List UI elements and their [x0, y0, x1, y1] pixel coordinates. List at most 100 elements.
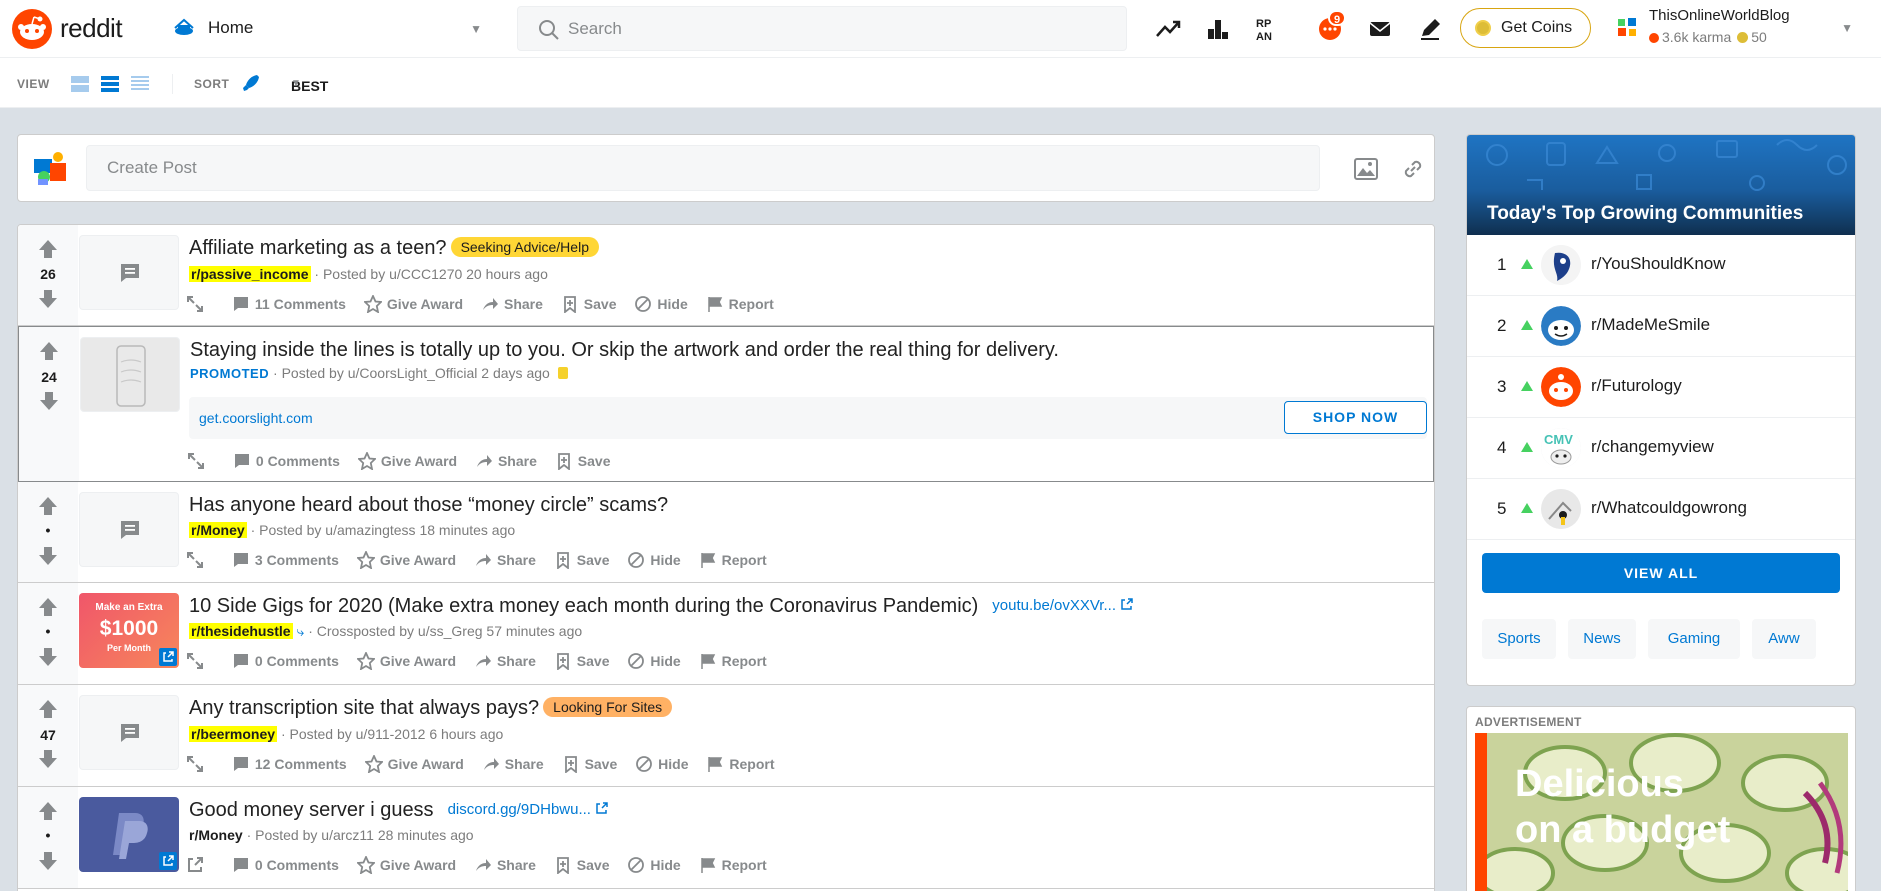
give-award-button[interactable]: Give Award — [356, 450, 457, 471]
post-thumbnail[interactable] — [79, 797, 179, 872]
downvote-icon[interactable] — [36, 747, 60, 771]
view-all-button[interactable]: VIEW ALL — [1482, 553, 1840, 593]
share-button[interactable]: Share — [474, 551, 536, 569]
search-input[interactable] — [568, 15, 1088, 43]
hide-button[interactable]: Hide — [635, 755, 689, 773]
report-button[interactable]: Report — [699, 856, 767, 874]
expand-icon[interactable] — [185, 754, 210, 774]
shop-now-button[interactable]: SHOP NOW — [1284, 401, 1427, 434]
hide-button[interactable]: Hide — [634, 295, 688, 313]
create-post-input[interactable] — [86, 145, 1320, 191]
user-menu[interactable]: ThisOnlineWorldBlog 3.6k karma 50 ▼ — [1613, 7, 1853, 51]
report-button[interactable]: Report — [706, 755, 775, 773]
trending-icon[interactable] — [1153, 14, 1183, 44]
post-flair[interactable]: Looking For Sites — [543, 697, 673, 717]
reddit-wordmark[interactable]: reddit — [60, 13, 123, 44]
save-button[interactable]: Save — [554, 856, 609, 875]
post-thumbnail[interactable] — [79, 492, 179, 567]
share-button[interactable]: Share — [474, 856, 536, 874]
topic-pill[interactable]: News — [1568, 619, 1636, 659]
report-button[interactable]: Report — [699, 551, 767, 569]
expand-icon[interactable] — [186, 451, 211, 471]
report-button[interactable]: Report — [706, 295, 774, 313]
post-title[interactable]: Affiliate marketing as a teen? Seeking Ad… — [189, 237, 599, 260]
link-icon[interactable] — [1400, 156, 1426, 182]
share-button[interactable]: Share — [482, 755, 544, 773]
give-award-button[interactable]: Give Award — [355, 549, 456, 570]
home-dropdown[interactable]: Home ▼ — [172, 14, 482, 44]
post-card[interactable]: • Make an Extra $1000 Per Month 10 Side … — [18, 583, 1434, 685]
downvote-icon[interactable] — [36, 849, 60, 873]
hide-button[interactable]: Hide — [627, 652, 681, 670]
subreddit-link[interactable]: r/Money — [189, 827, 243, 843]
topic-pill[interactable]: Sports — [1482, 619, 1556, 659]
comments-button[interactable]: 0 Comments — [232, 652, 339, 670]
post-title[interactable]: Good money server i guess discord.gg/9DHb… — [189, 799, 608, 822]
save-button[interactable]: Save — [555, 452, 610, 471]
give-award-button[interactable]: Give Award — [362, 293, 463, 314]
community-row[interactable]: 3 r/Futurology — [1467, 357, 1855, 418]
comments-button[interactable]: 0 Comments — [232, 856, 339, 874]
leaderboard-icon[interactable] — [1203, 14, 1233, 44]
give-award-button[interactable]: Give Award — [355, 854, 456, 875]
save-button[interactable]: Save — [562, 755, 617, 774]
get-coins-button[interactable]: Get Coins — [1460, 8, 1591, 48]
post-flair[interactable]: Seeking Advice/Help — [450, 237, 599, 257]
subreddit-link[interactable]: r/Money — [189, 522, 247, 538]
downvote-icon[interactable] — [36, 544, 60, 568]
community-row[interactable]: 4 CMV r/changemyview — [1467, 418, 1855, 479]
search-bar[interactable] — [517, 6, 1127, 51]
post-thumbnail[interactable] — [79, 695, 179, 770]
downvote-icon[interactable] — [36, 287, 60, 311]
image-upload-icon[interactable] — [1353, 156, 1379, 182]
card-view-icon[interactable] — [70, 74, 90, 94]
downvote-icon[interactable] — [37, 389, 61, 413]
create-post-icon[interactable] — [1415, 14, 1445, 44]
hide-button[interactable]: Hide — [627, 856, 681, 874]
topic-pill[interactable]: Gaming — [1648, 619, 1740, 659]
post-title[interactable]: Staying inside the lines is totally up t… — [190, 339, 1059, 362]
post-thumbnail[interactable] — [80, 337, 180, 412]
messages-icon[interactable] — [1365, 14, 1395, 44]
upvote-icon[interactable] — [37, 339, 61, 363]
expand-icon[interactable] — [185, 294, 210, 314]
share-button[interactable]: Share — [481, 295, 543, 313]
expand-icon[interactable] — [185, 550, 210, 570]
post-title[interactable]: Any transcription site that always pays?… — [189, 697, 673, 720]
expand-icon[interactable] — [185, 651, 210, 671]
post-title[interactable]: Has anyone heard about those “money circ… — [189, 494, 668, 517]
upvote-icon[interactable] — [36, 595, 60, 619]
subreddit-link[interactable]: r/beermoney — [189, 726, 278, 742]
comments-button[interactable]: 0 Comments — [233, 452, 340, 470]
upvote-icon[interactable] — [36, 494, 60, 518]
upvote-icon[interactable] — [36, 697, 60, 721]
reddit-logo-icon[interactable] — [12, 9, 52, 49]
report-button[interactable]: Report — [699, 652, 767, 670]
share-button[interactable]: Share — [475, 452, 537, 470]
save-button[interactable]: Save — [554, 551, 609, 570]
downvote-icon[interactable] — [36, 645, 60, 669]
post-card[interactable]: • Has anyone heard about those “money ci… — [18, 482, 1434, 583]
compact-view-icon[interactable] — [130, 74, 150, 94]
share-button[interactable]: Share — [474, 652, 536, 670]
external-link[interactable]: youtu.be/ovXXVr... — [992, 597, 1133, 614]
community-row[interactable]: 5 r/Whatcouldgowrong — [1467, 479, 1855, 540]
ad-image[interactable]: Delicious on a budget — [1475, 733, 1848, 891]
topic-pill[interactable]: Aww — [1752, 619, 1816, 659]
post-title[interactable]: 10 Side Gigs for 2020 (Make extra money … — [189, 595, 1133, 618]
post-card[interactable]: • Good money server i guess discord.gg/9D… — [18, 787, 1434, 889]
classic-view-icon[interactable] — [100, 74, 120, 94]
promoted-post-card[interactable]: 24 Staying inside the lines is totally u… — [18, 326, 1434, 482]
give-award-button[interactable]: Give Award — [355, 650, 456, 671]
post-card[interactable]: 26 Affiliate marketing as a teen? Seeking… — [18, 225, 1434, 326]
post-thumbnail[interactable]: Make an Extra $1000 Per Month — [79, 593, 179, 668]
subreddit-link[interactable]: r/thesidehustle — [189, 623, 293, 639]
rpan-icon[interactable]: RPAN — [1253, 14, 1283, 44]
comments-button[interactable]: 12 Comments — [232, 755, 347, 773]
user-avatar[interactable] — [30, 149, 70, 189]
give-award-button[interactable]: Give Award — [363, 753, 464, 774]
community-row[interactable]: 2 r/MadeMeSmile — [1467, 296, 1855, 357]
post-card[interactable]: 47 Any transcription site that always pa… — [18, 685, 1434, 787]
post-thumbnail[interactable] — [79, 235, 179, 310]
upvote-icon[interactable] — [36, 237, 60, 261]
